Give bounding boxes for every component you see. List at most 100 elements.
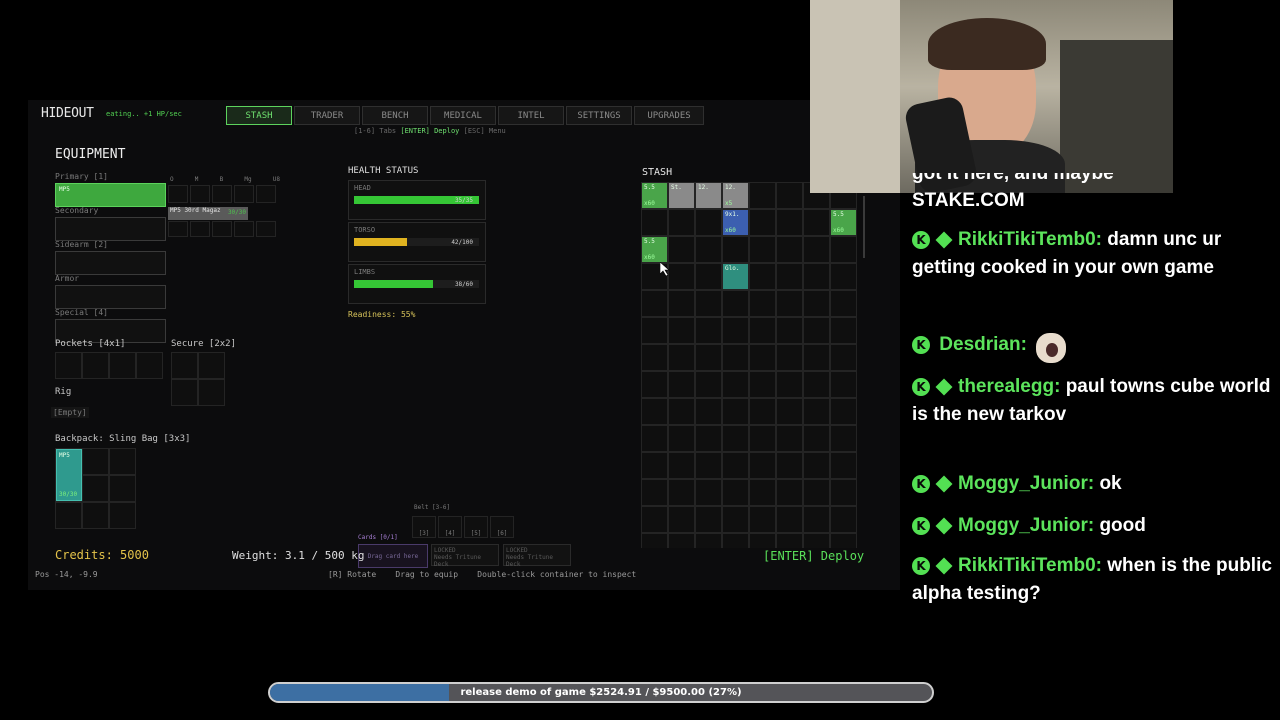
- stash-cell[interactable]: [641, 371, 668, 398]
- sidearm-slot[interactable]: [55, 251, 166, 275]
- stash-cell[interactable]: [641, 479, 668, 506]
- stash-cell[interactable]: [749, 425, 776, 452]
- deploy-button[interactable]: [ENTER] Deploy: [763, 549, 864, 563]
- stash-cell[interactable]: [668, 344, 695, 371]
- stash-cell[interactable]: [722, 290, 749, 317]
- stash-cell[interactable]: [803, 209, 830, 236]
- chat-username[interactable]: RikkiTikiTemb0:: [958, 555, 1102, 576]
- pocket-slot[interactable]: [55, 352, 82, 379]
- stash-cell[interactable]: [722, 506, 749, 533]
- stash-cell[interactable]: [668, 425, 695, 452]
- stash-cell[interactable]: [830, 425, 857, 452]
- stash-cell[interactable]: [776, 452, 803, 479]
- stash-cell[interactable]: [695, 263, 722, 290]
- stash-cell[interactable]: [749, 209, 776, 236]
- stash-cell[interactable]: [830, 452, 857, 479]
- attachment-slot[interactable]: [212, 221, 232, 237]
- stash-cell[interactable]: [803, 344, 830, 371]
- stash-cell[interactable]: [830, 533, 857, 548]
- stash-cell[interactable]: [830, 317, 857, 344]
- stash-cell[interactable]: [776, 479, 803, 506]
- belt-slot[interactable]: [3]: [412, 516, 436, 538]
- stash-cell[interactable]: [641, 209, 668, 236]
- stash-cell[interactable]: [668, 209, 695, 236]
- stash-cell[interactable]: [830, 371, 857, 398]
- secure-slot[interactable]: [171, 379, 198, 406]
- stash-cell[interactable]: [695, 425, 722, 452]
- secure-slot[interactable]: [198, 352, 225, 379]
- backpack-slot[interactable]: [82, 448, 109, 475]
- stash-cell[interactable]: [803, 317, 830, 344]
- attachment-slot[interactable]: [234, 185, 254, 203]
- stash-cell[interactable]: [668, 263, 695, 290]
- stash-cell[interactable]: [776, 425, 803, 452]
- stash-cell[interactable]: [803, 425, 830, 452]
- card-slot[interactable]: Drag card here: [358, 544, 428, 568]
- stash-cell[interactable]: [695, 209, 722, 236]
- stash-cell[interactable]: [641, 344, 668, 371]
- belt-slot[interactable]: [4]: [438, 516, 462, 538]
- stash-cell[interactable]: [695, 371, 722, 398]
- primary-slot[interactable]: MP5: [55, 183, 166, 207]
- secure-slot[interactable]: [171, 352, 198, 379]
- attachment-slot[interactable]: [212, 185, 232, 203]
- stash-cell[interactable]: [695, 533, 722, 548]
- stash-cell[interactable]: [722, 317, 749, 344]
- stash-scrollbar[interactable]: [863, 196, 865, 258]
- stash-cell[interactable]: [749, 344, 776, 371]
- stash-cell[interactable]: [830, 236, 857, 263]
- stash-cell[interactable]: [749, 371, 776, 398]
- stash-cell[interactable]: [830, 398, 857, 425]
- stash-cell[interactable]: [641, 452, 668, 479]
- stash-cell[interactable]: [695, 452, 722, 479]
- stash-cell[interactable]: [722, 398, 749, 425]
- stash-cell[interactable]: [803, 263, 830, 290]
- stash-cell[interactable]: [776, 236, 803, 263]
- stash-cell[interactable]: [695, 344, 722, 371]
- backpack-slot[interactable]: [82, 475, 109, 502]
- stash-cell[interactable]: [803, 290, 830, 317]
- stash-cell[interactable]: [749, 290, 776, 317]
- tab-intel[interactable]: INTEL: [498, 106, 564, 125]
- stash-cell[interactable]: [776, 290, 803, 317]
- stash-cell[interactable]: [668, 317, 695, 344]
- stash-cell[interactable]: [668, 506, 695, 533]
- stash-cell[interactable]: [749, 479, 776, 506]
- stash-cell[interactable]: [803, 533, 830, 548]
- stash-cell[interactable]: [722, 371, 749, 398]
- stash-cell[interactable]: [749, 263, 776, 290]
- stash-cell[interactable]: [722, 533, 749, 548]
- stash-cell[interactable]: [695, 290, 722, 317]
- stash-cell[interactable]: [776, 533, 803, 548]
- stash-grid[interactable]: 5.5 x60 St. 12. 12. x5 9x1. x60 5.5 x60 5.5 x60 Glo.: [641, 182, 861, 548]
- stash-cell[interactable]: [803, 398, 830, 425]
- stash-item[interactable]: 9x1. x60: [723, 210, 748, 235]
- stash-cell[interactable]: [830, 344, 857, 371]
- stash-cell[interactable]: [722, 425, 749, 452]
- armor-slot[interactable]: [55, 285, 166, 309]
- stash-item[interactable]: 5.5 x60: [642, 237, 667, 262]
- attachment-slot[interactable]: [256, 185, 276, 203]
- stash-cell[interactable]: [749, 317, 776, 344]
- stash-cell[interactable]: [668, 479, 695, 506]
- stash-cell[interactable]: [722, 452, 749, 479]
- stash-cell[interactable]: [695, 236, 722, 263]
- stash-cell[interactable]: [830, 479, 857, 506]
- stash-cell[interactable]: [722, 236, 749, 263]
- backpack-slot[interactable]: [109, 502, 136, 529]
- stash-cell[interactable]: [668, 371, 695, 398]
- stash-cell[interactable]: [776, 398, 803, 425]
- rig-empty[interactable]: [Empty]: [51, 407, 89, 418]
- stash-cell[interactable]: [668, 533, 695, 548]
- stash-item[interactable]: 5.5 x60: [642, 183, 667, 208]
- stash-item[interactable]: 5.5 x60: [831, 210, 856, 235]
- stash-cell[interactable]: [776, 209, 803, 236]
- backpack-slot[interactable]: [55, 502, 82, 529]
- stash-cell[interactable]: [749, 452, 776, 479]
- stash-cell[interactable]: [776, 506, 803, 533]
- stash-cell[interactable]: [641, 425, 668, 452]
- stash-cell[interactable]: [776, 317, 803, 344]
- stash-cell[interactable]: [749, 398, 776, 425]
- stash-cell[interactable]: [803, 506, 830, 533]
- stash-cell[interactable]: [830, 290, 857, 317]
